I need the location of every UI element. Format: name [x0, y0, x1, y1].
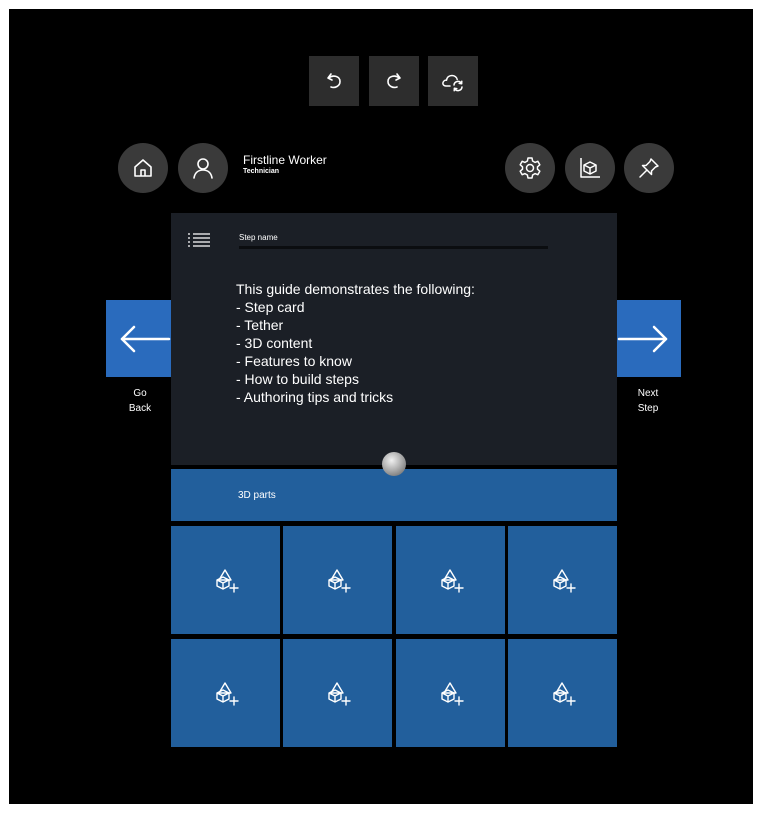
person-icon [193, 158, 213, 179]
gear-icon [519, 157, 541, 179]
add-3d-part-slot[interactable] [396, 639, 505, 747]
redo-button[interactable] [369, 56, 419, 106]
undo-button[interactable] [309, 56, 359, 106]
redo-icon [387, 73, 401, 89]
add-3d-part-slot[interactable] [171, 639, 280, 747]
add-3d-part-slot[interactable] [171, 526, 280, 634]
step-name: Step name [239, 233, 278, 242]
add-3d-part-icon [215, 682, 239, 706]
arrow-left-icon [120, 325, 170, 352]
tether-handle[interactable] [382, 452, 406, 476]
parts-title: 3D parts [238, 490, 276, 501]
list-icon[interactable] [188, 233, 210, 247]
pin-button[interactable] [624, 143, 674, 193]
home-button[interactable] [118, 143, 168, 193]
cloud-sync-icon [442, 74, 463, 92]
profile-button[interactable] [178, 143, 228, 193]
add-3d-part-icon [552, 682, 576, 706]
anchor-button[interactable] [565, 143, 615, 193]
step-name-underline [239, 246, 548, 249]
settings-button[interactable] [505, 143, 555, 193]
add-3d-part-icon [327, 682, 351, 706]
parts-header: 3D parts [171, 469, 617, 521]
undo-icon [327, 73, 341, 89]
go-back-label: Go Back [128, 388, 152, 414]
anchor-cube-icon [580, 158, 600, 178]
add-3d-part-icon [440, 682, 464, 706]
add-3d-part-slot[interactable] [283, 526, 392, 634]
add-3d-part-slot[interactable] [283, 639, 392, 747]
arrow-right-icon [617, 325, 667, 352]
add-3d-part-slot[interactable] [508, 639, 617, 747]
user-info: Firstline Worker Technician [243, 153, 327, 176]
cloud-sync-button[interactable] [428, 56, 478, 106]
user-name: Firstline Worker [243, 153, 327, 167]
add-3d-part-icon [440, 569, 464, 593]
pin-icon [639, 158, 659, 178]
add-3d-part-icon [215, 569, 239, 593]
step-description: This guide demonstrates the following: -… [236, 281, 475, 405]
add-3d-part-slot[interactable] [396, 526, 505, 634]
add-3d-part-icon [552, 569, 576, 593]
step-card: Step name This guide demonstrates the fo… [171, 213, 617, 465]
add-3d-part-icon [327, 569, 351, 593]
add-3d-part-slot[interactable] [508, 526, 617, 634]
next-step-label: Next Step [637, 388, 659, 414]
user-role: Technician [243, 168, 280, 175]
home-icon [134, 159, 152, 177]
